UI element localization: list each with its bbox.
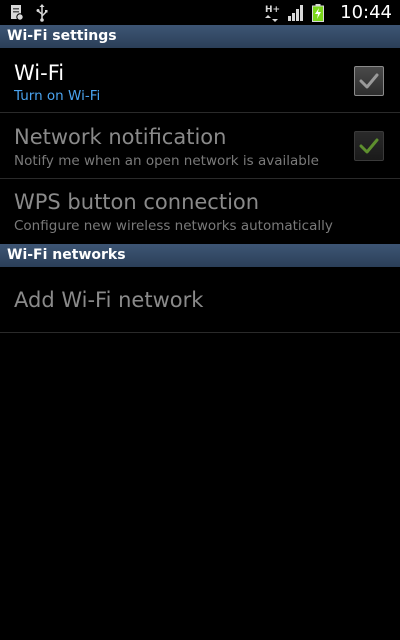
notification-icon xyxy=(10,4,24,22)
hspa-icon: H+ xyxy=(264,3,280,23)
wifi-title: Wi-Fi xyxy=(14,61,65,85)
battery-charging-icon xyxy=(312,3,325,22)
network-notification-checkbox[interactable] xyxy=(354,131,384,161)
wifi-summary: Turn on Wi-Fi xyxy=(14,88,101,104)
status-right: H+ 10:44 xyxy=(264,0,392,25)
wifi-checkbox[interactable] xyxy=(354,66,384,96)
network-notification-title: Network notification xyxy=(14,125,227,149)
status-time: 10:44 xyxy=(340,2,392,23)
add-wifi-network-item[interactable]: Add Wi-Fi network xyxy=(0,267,400,333)
network-notification-summary: Notify me when an open network is availa… xyxy=(14,153,319,169)
status-left xyxy=(10,0,48,25)
checkmark-icon xyxy=(359,73,379,89)
wps-button-connection-item[interactable]: WPS button connection Configure new wire… xyxy=(0,180,400,244)
section-header-wifi-settings: Wi-Fi settings xyxy=(0,25,400,48)
svg-text:H+: H+ xyxy=(265,5,280,15)
signal-icon xyxy=(288,4,304,21)
screen: H+ 10:44 Wi-Fi settings Wi-Fi Turn on Wi… xyxy=(0,0,400,640)
section-header-wifi-networks: Wi-Fi networks xyxy=(0,244,400,267)
wps-title: WPS button connection xyxy=(14,190,260,214)
checkmark-icon xyxy=(359,138,379,154)
network-notification-item[interactable]: Network notification Notify me when an o… xyxy=(0,114,400,179)
wps-summary: Configure new wireless networks automati… xyxy=(14,218,333,234)
add-wifi-network-title: Add Wi-Fi network xyxy=(14,288,204,312)
status-bar: H+ 10:44 xyxy=(0,0,400,25)
usb-icon xyxy=(36,3,48,22)
wifi-toggle-item[interactable]: Wi-Fi Turn on Wi-Fi xyxy=(0,48,400,113)
